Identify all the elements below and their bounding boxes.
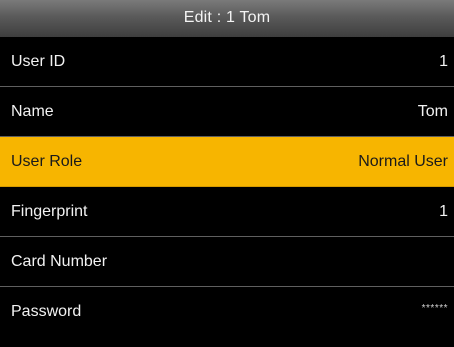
menu-item-value-masked: ****** bbox=[421, 302, 448, 314]
menu-item-user-id[interactable]: User ID 1 bbox=[0, 37, 454, 87]
menu-item-label: User ID bbox=[11, 52, 66, 70]
user-field-list: User ID 1 Name Tom User Role Normal User… bbox=[0, 37, 454, 337]
menu-item-label: Password bbox=[11, 303, 82, 320]
menu-item-value: Tom bbox=[417, 102, 448, 120]
screen-title: Edit : 1 Tom bbox=[0, 0, 454, 38]
menu-item-fingerprint[interactable]: Fingerprint 1 bbox=[0, 187, 454, 237]
menu-item-value: 1 bbox=[439, 52, 448, 70]
menu-item-password[interactable]: Password ****** bbox=[0, 287, 454, 337]
menu-item-value: 1 bbox=[439, 202, 448, 220]
edit-user-screen: Edit : 1 Tom User ID 1 Name Tom User Rol… bbox=[0, 0, 454, 347]
menu-item-label: User Role bbox=[11, 152, 83, 170]
menu-item-label: Fingerprint bbox=[11, 202, 88, 220]
menu-item-label: Card Number bbox=[11, 252, 108, 270]
menu-item-name[interactable]: Name Tom bbox=[0, 87, 454, 137]
menu-item-label: Name bbox=[11, 102, 54, 120]
menu-item-card-number[interactable]: Card Number bbox=[0, 237, 454, 287]
menu-item-value: Normal User bbox=[358, 152, 448, 170]
menu-item-user-role[interactable]: User Role Normal User bbox=[0, 137, 454, 187]
